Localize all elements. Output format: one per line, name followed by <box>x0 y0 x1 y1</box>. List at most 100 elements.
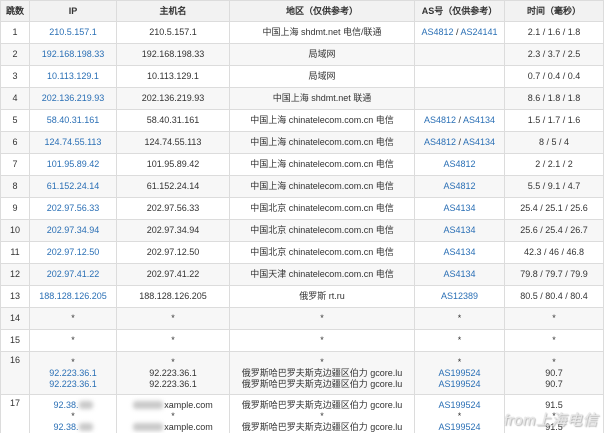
as-separator: / <box>455 115 463 125</box>
ip-link[interactable]: 124.74.55.113 <box>45 137 102 147</box>
as-link[interactable]: AS4134 <box>443 269 475 279</box>
host-line: * <box>171 410 175 421</box>
table-row-multi: 16 * 92.223.36.1 92.223.36.1 * 92.223.36.1 92.… <box>0 351 604 395</box>
time-cell: 8 / 5 / 4 <box>504 131 604 154</box>
host-cell: 202.97.12.50 <box>116 241 230 264</box>
ip-line[interactable]: 92.38. <box>31 422 115 433</box>
ip-text[interactable]: 92.38. <box>53 400 78 410</box>
ip-link[interactable]: 188.128.126.205 <box>39 291 107 301</box>
time-cell: * <box>504 329 604 352</box>
ip-link[interactable]: 202.97.41.22 <box>47 269 100 279</box>
ip-cell: 92.38. * 92.38. <box>29 394 117 433</box>
table-row: 8 61.152.24.14 61.152.24.14 中国上海 chinatelec… <box>0 175 604 198</box>
as-cell: AS12389 <box>414 285 505 308</box>
as-link[interactable]: AS4812 <box>421 27 453 37</box>
as-link[interactable]: AS24141 <box>461 27 498 37</box>
as-link[interactable]: AS4134 <box>463 137 495 147</box>
ip-link[interactable]: 10.113.129.1 <box>47 71 99 81</box>
region-cell: 中国上海 chinatelecom.com.cn 电信 <box>229 109 415 132</box>
ip-line[interactable]: 92.38. <box>31 400 115 411</box>
as-link[interactable]: AS4812 <box>443 181 475 191</box>
host-line: 92.223.36.1 <box>149 378 197 389</box>
ip-link[interactable]: 101.95.89.42 <box>47 159 100 169</box>
region-line: * <box>320 410 324 421</box>
as-line[interactable]: AS199524 <box>416 400 503 411</box>
ip-link[interactable]: 61.152.24.14 <box>47 181 100 191</box>
ip-text[interactable]: 92.38. <box>53 422 78 432</box>
ip-cell: 202.97.12.50 <box>29 241 117 264</box>
region-cell: 中国上海 chinatelecom.com.cn 电信 <box>229 153 415 176</box>
as-line[interactable]: AS199524 <box>416 379 503 390</box>
as-cell: AS4812 / AS4134 <box>414 109 505 132</box>
host-cell: * <box>116 329 230 352</box>
ip-cell: 101.95.89.42 <box>29 153 117 176</box>
host-cell: 124.74.55.113 <box>116 131 230 154</box>
as-link[interactable]: AS4134 <box>443 203 475 213</box>
host-cell: 202.97.56.33 <box>116 197 230 220</box>
as-link[interactable]: AS12389 <box>441 291 478 301</box>
host-line: xample.com <box>118 422 228 433</box>
header-time: 时间（毫秒） <box>504 0 604 22</box>
ip-link[interactable]: 202.97.34.94 <box>47 225 100 235</box>
time-line: * <box>552 356 556 367</box>
ip-cell: 202.97.56.33 <box>29 197 117 220</box>
as-link[interactable]: AS4134 <box>443 225 475 235</box>
ip-line[interactable]: 92.223.36.1 <box>31 368 115 379</box>
region-cell: * <box>229 329 415 352</box>
host-cell: 58.40.31.161 <box>116 109 230 132</box>
ip-link[interactable]: 202.136.219.93 <box>42 93 105 103</box>
hop-cell: 11 <box>0 241 30 264</box>
hop-cell: 8 <box>0 175 30 198</box>
as-link[interactable]: AS4134 <box>443 247 475 257</box>
table-row: 14 * * * * * <box>0 307 604 330</box>
as-line: * <box>457 356 462 367</box>
as-cell: AS4134 <box>414 263 505 286</box>
hop-cell: 16 <box>0 351 30 395</box>
ip-cell: 210.5.157.1 <box>29 21 117 44</box>
ip-cell: 61.152.24.14 <box>29 175 117 198</box>
hop-cell: 13 <box>0 285 30 308</box>
host-cell: 210.5.157.1 <box>116 21 230 44</box>
header-host: 主机名 <box>116 0 230 22</box>
as-link[interactable]: AS4812 <box>424 137 456 147</box>
table-row: 11 202.97.12.50 202.97.12.50 中国北京 chinatele… <box>0 241 604 264</box>
region-cell: 中国北京 chinatelecom.com.cn 电信 <box>229 197 415 220</box>
ip-cell: 192.168.198.33 <box>29 43 117 66</box>
region-line: 俄罗斯哈巴罗夫斯克边疆区伯力 gcore.lu <box>241 399 403 410</box>
redaction-blur <box>78 423 93 432</box>
host-line: 92.223.36.1 <box>149 367 197 378</box>
as-link[interactable]: AS4812 <box>443 159 475 169</box>
region-cell: 局域网 <box>229 65 415 88</box>
ip-link[interactable]: 192.168.198.33 <box>42 49 105 59</box>
ip-link[interactable]: 210.5.157.1 <box>49 27 97 37</box>
as-cell: * <box>414 329 505 352</box>
ip-cell: * 92.223.36.1 92.223.36.1 <box>29 351 117 395</box>
hop-cell: 14 <box>0 307 30 330</box>
table-row: 10 202.97.34.94 202.97.34.94 中国北京 chinatele… <box>0 219 604 242</box>
as-separator: / <box>455 137 463 147</box>
ip-link[interactable]: 202.97.56.33 <box>47 203 100 213</box>
time-line: 90.7 <box>545 378 563 389</box>
as-line[interactable]: AS199524 <box>416 422 503 433</box>
time-cell: 25.4 / 25.1 / 25.6 <box>504 197 604 220</box>
table-row: 2 192.168.198.33 192.168.198.33 局域网 2.3 / 3.… <box>0 43 604 66</box>
time-cell: 5.5 / 9.1 / 4.7 <box>504 175 604 198</box>
ip-link[interactable]: 58.40.31.161 <box>47 115 100 125</box>
host-cell: xample.com * xample.com <box>116 394 230 433</box>
as-line[interactable]: AS199524 <box>416 368 503 379</box>
time-cell: 42.3 / 46 / 46.8 <box>504 241 604 264</box>
as-link: * <box>457 335 462 345</box>
ip-cell: 10.113.129.1 <box>29 65 117 88</box>
hop-cell: 1 <box>0 21 30 44</box>
table-row: 6 124.74.55.113 124.74.55.113 中国上海 chinatel… <box>0 131 604 154</box>
as-link[interactable]: AS4812 <box>424 115 456 125</box>
as-cell: AS4812 <box>414 153 505 176</box>
table-row: 3 10.113.129.1 10.113.129.1 局域网 0.7 / 0.4 / … <box>0 65 604 88</box>
host-cell: 188.128.126.205 <box>116 285 230 308</box>
redaction-blur <box>78 401 93 410</box>
host-cell: 10.113.129.1 <box>116 65 230 88</box>
ip-link[interactable]: 202.97.12.50 <box>47 247 100 257</box>
table-row: 15 * * * * * <box>0 329 604 352</box>
as-link[interactable]: AS4134 <box>463 115 495 125</box>
ip-line[interactable]: 92.223.36.1 <box>31 379 115 390</box>
